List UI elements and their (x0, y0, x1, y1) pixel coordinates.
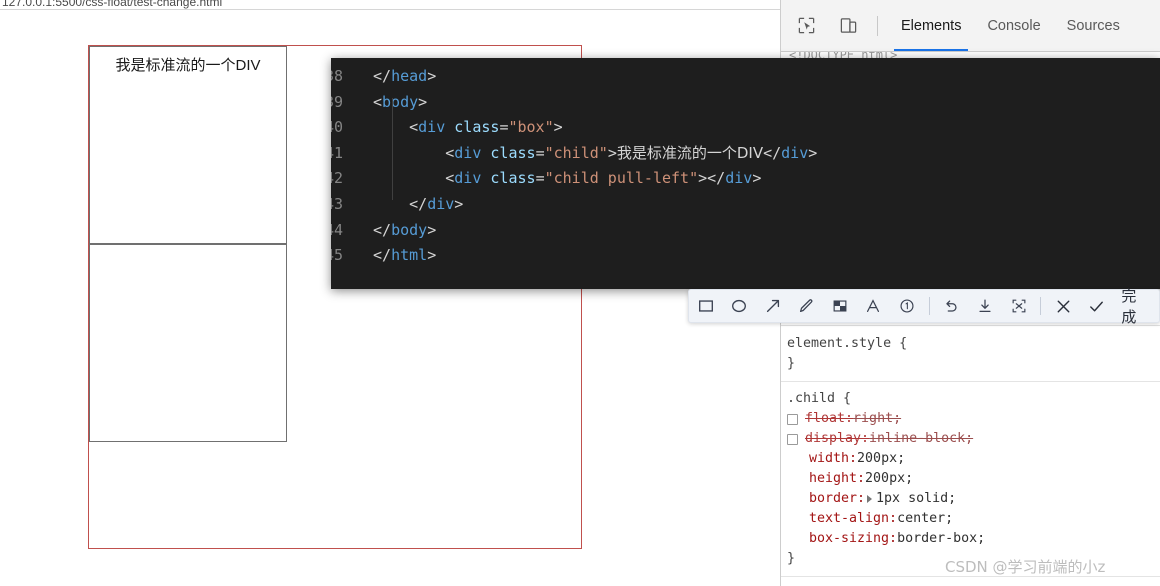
property-value[interactable]: border-box; (897, 529, 985, 549)
device-toolbar-icon[interactable] (831, 9, 865, 43)
property-name[interactable]: border: (809, 489, 865, 509)
property-name[interactable]: box-sizing: (809, 529, 897, 549)
property-value[interactable]: inline-block; (869, 429, 973, 449)
pencil-icon[interactable] (790, 290, 824, 322)
property-value[interactable]: 200px; (865, 469, 913, 489)
screenshot-root: 127.0.0.1:5500/css-float/test-change.htm… (0, 0, 1160, 586)
property-value[interactable]: center; (897, 509, 953, 529)
style-property-row[interactable]: border: 1px solid; (781, 489, 1160, 509)
style-rule[interactable]: * { (781, 580, 1160, 586)
tab-sources-label: Sources (1066, 17, 1120, 34)
style-rule-selector[interactable]: .child { (781, 389, 1160, 409)
text-icon[interactable] (857, 290, 891, 322)
style-rule-divider (781, 381, 1160, 382)
styles-rules-pane[interactable]: element.style {} .child {float: right; dis… (781, 330, 1160, 586)
property-name[interactable]: text-align: (809, 509, 897, 529)
property-name[interactable]: height: (809, 469, 865, 489)
tab-elements-label: Elements (901, 17, 962, 34)
devtools-toolbar: Elements Console Sources (781, 0, 1160, 52)
style-property-row[interactable]: box-sizing: border-box; (781, 529, 1160, 549)
tab-elements[interactable]: Elements (888, 0, 974, 51)
child-div-pull-left (89, 244, 287, 442)
property-name[interactable]: display: (805, 429, 869, 449)
property-value[interactable]: 200px; (857, 449, 905, 469)
toolbar-separator-2 (1040, 297, 1042, 315)
code-line-number: 38 (331, 67, 344, 85)
style-property-row[interactable]: height: 200px; (781, 469, 1160, 489)
undo-icon[interactable] (935, 290, 969, 322)
watermark: CSDN @学习前端的小z (945, 558, 1106, 576)
child-div-label: 我是标准流的一个DIV (115, 57, 261, 74)
download-icon[interactable] (968, 290, 1002, 322)
code-line: <div class="child">我是标准流的一个DIV</div> (445, 143, 818, 162)
inspect-element-icon[interactable] (789, 9, 823, 43)
property-enable-checkbox[interactable] (787, 433, 798, 445)
done-button[interactable]: 完成 (1113, 285, 1159, 327)
code-line: </head> (373, 67, 437, 85)
code-screenshot-overlay: 38 39 40 41 42 43 44 45 </head> <body> <div clas… (331, 58, 1160, 289)
style-rule-selector[interactable]: element.style { (781, 334, 1160, 354)
arrow-icon[interactable] (756, 290, 790, 322)
code-line: </div> (409, 194, 464, 213)
code-line: <div class="box"> (409, 118, 563, 137)
indent-guide (392, 98, 393, 200)
code-line: <body> (373, 92, 428, 111)
extract-text-icon[interactable] (1002, 290, 1036, 322)
property-value[interactable]: right; (853, 409, 901, 429)
toolbar-separator-1 (928, 297, 930, 315)
style-rule[interactable]: .child {float: right; display: inline-blo… (781, 385, 1160, 573)
property-value[interactable]: 1px solid; (876, 489, 956, 509)
style-property-row[interactable]: float: right; (781, 409, 1160, 429)
code-content: </head> <body> <div class="box"> <div cla… (373, 58, 1160, 289)
number-icon[interactable] (890, 290, 924, 322)
code-line-number: 42 (331, 169, 344, 188)
style-property-row[interactable]: width: 200px; (781, 449, 1160, 469)
style-rule[interactable]: element.style {} (781, 330, 1160, 378)
browser-url-bar[interactable]: 127.0.0.1:5500/css-float/test-change.htm… (0, 0, 780, 9)
rectangle-icon[interactable] (689, 290, 723, 322)
code-line-number-gutter: 38 39 40 41 42 43 44 45 (331, 58, 371, 289)
code-line-number: 44 (331, 220, 344, 239)
code-line-number: 39 (331, 92, 344, 111)
mosaic-icon[interactable] (823, 290, 857, 322)
toolbar-divider (877, 15, 878, 36)
code-line: </body> (373, 220, 437, 239)
code-line: <div class="child pull-left"></div> (445, 169, 762, 188)
code-line-number: 43 (331, 195, 344, 213)
code-line: </html> (373, 246, 437, 265)
property-name[interactable]: width: (809, 449, 857, 469)
tab-console-label: Console (987, 17, 1041, 34)
code-line-number: 41 (331, 143, 344, 162)
close-icon[interactable] (1046, 290, 1080, 322)
property-name[interactable]: float: (805, 409, 853, 429)
ellipse-icon[interactable] (723, 290, 757, 322)
style-property-row[interactable]: display: inline-block; (781, 429, 1160, 449)
check-icon[interactable] (1080, 290, 1114, 322)
url-text: 127.0.0.1:5500/css-float/test-change.htm… (2, 0, 223, 9)
property-enable-checkbox[interactable] (787, 413, 798, 425)
tab-sources[interactable]: Sources (1054, 0, 1133, 51)
code-line-number: 40 (331, 118, 344, 137)
code-line-number: 45 (331, 246, 344, 265)
style-property-row[interactable]: text-align: center; (781, 509, 1160, 529)
expand-shorthand-icon[interactable] (867, 495, 873, 503)
child-div-standard: 我是标准流的一个DIV (89, 46, 287, 244)
tab-console[interactable]: Console (974, 0, 1053, 51)
screenshot-annotation-toolbar: 完成 (688, 287, 1160, 326)
style-rule-close-brace: } (787, 356, 796, 371)
